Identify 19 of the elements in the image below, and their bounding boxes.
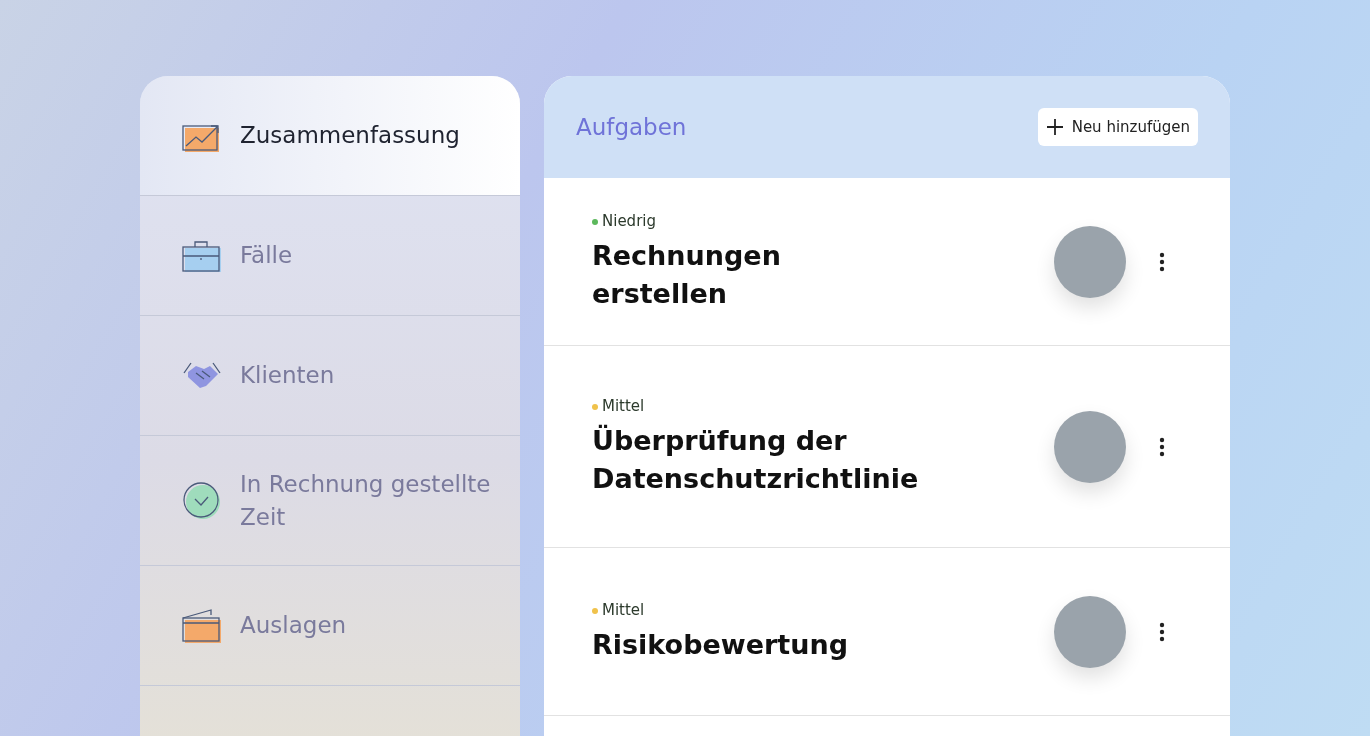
task-row[interactable]: Niedrig Rechnungen erstellen [544, 178, 1230, 346]
add-new-button[interactable]: Neu hinzufügen [1037, 108, 1198, 146]
more-icon [1159, 621, 1165, 642]
task-row[interactable]: Mittel Risikobewertung [544, 548, 1230, 716]
task-title: Risikobewertung [592, 627, 850, 662]
task-title: Rechnungen erstellen [592, 238, 782, 311]
priority-label: Mittel [602, 600, 645, 622]
tasks-title: Aufgaben [576, 112, 687, 142]
sidebar-item[interactable]: Zusammenfassung [140, 76, 520, 196]
briefcase-icon [182, 238, 222, 273]
task-title: Überprüfung der Datenschutzrichtlinie [592, 423, 920, 496]
clock-check-icon [182, 480, 222, 521]
more-icon [1159, 436, 1165, 457]
priority-label: Niedrig [602, 211, 656, 233]
more-icon [1159, 251, 1165, 272]
task-row[interactable]: Mittel Überprüfung der Datenschutzrichtlinie [544, 346, 1230, 548]
plus-icon [1045, 118, 1064, 136]
priority-label: Mittel [602, 396, 645, 418]
wallet-icon [182, 607, 222, 644]
